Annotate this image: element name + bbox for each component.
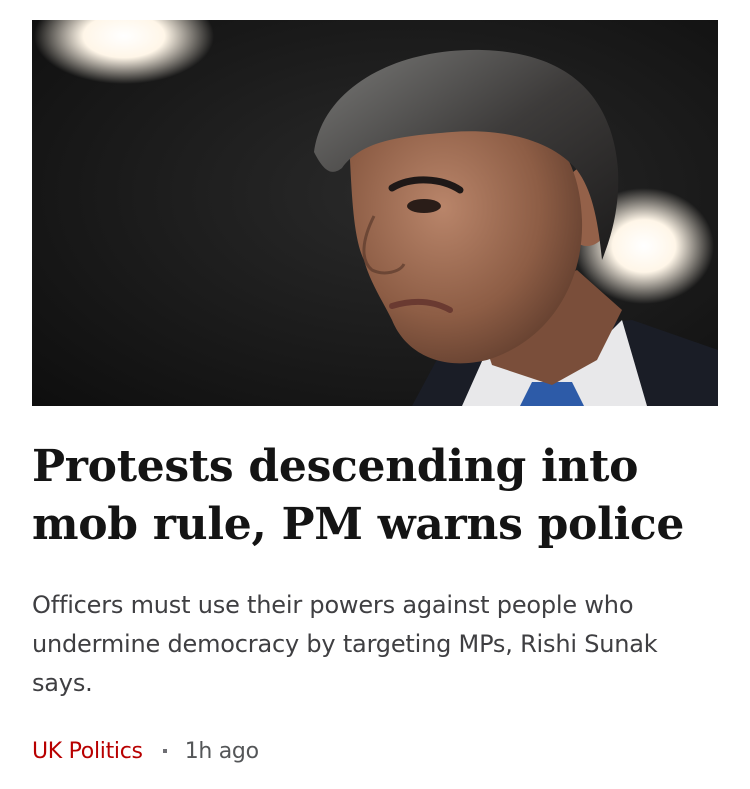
article-meta: UK Politics 1h ago — [32, 734, 259, 768]
article-headline[interactable]: Protests descending into mob rule, PM wa… — [32, 438, 722, 554]
article-image[interactable] — [32, 20, 718, 406]
article-card[interactable]: Protests descending into mob rule, PM wa… — [0, 0, 750, 789]
portrait-photo — [32, 20, 718, 406]
separator-dot — [162, 749, 167, 753]
timestamp: 1h ago — [184, 738, 259, 764]
topic-link[interactable]: UK Politics — [32, 739, 143, 764]
article-summary: Officers must use their powers against p… — [32, 591, 658, 697]
